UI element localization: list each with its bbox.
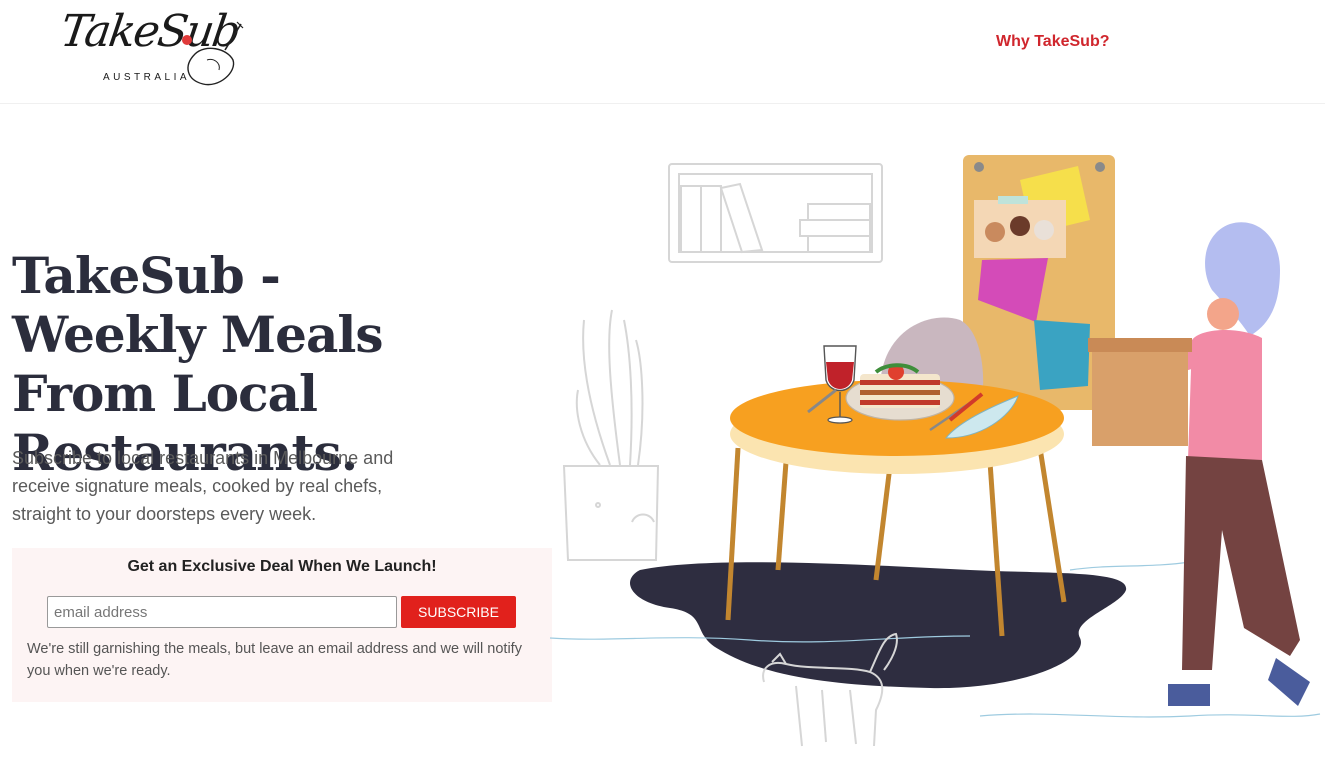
email-field[interactable] <box>47 596 397 628</box>
plant-icon <box>562 309 660 561</box>
signup-box: Get an Exclusive Deal When We Launch! SU… <box>12 548 552 702</box>
signup-note: We're still garnishing the meals, but le… <box>27 641 522 679</box>
hero-illustration <box>550 155 1321 747</box>
nav-why-takesub[interactable]: Why TakeSub? <box>996 33 1110 51</box>
frying-pan-icon <box>182 21 244 86</box>
subscribe-button[interactable]: SUBSCRIBE <box>401 596 516 628</box>
site-header: TakeSub AUSTRALIA Why TakeSub? <box>0 0 1325 104</box>
signup-title: Get an Exclusive Deal When We Launch! <box>127 558 437 575</box>
bookshelf-icon <box>668 163 883 263</box>
takesub-logo[interactable]: TakeSub AUSTRALIA <box>55 4 244 88</box>
rug-icon <box>630 562 1127 689</box>
woman-with-box-icon <box>1088 222 1310 706</box>
hero-subtitle: Subscribe to local restaurants in Melbou… <box>12 448 394 524</box>
